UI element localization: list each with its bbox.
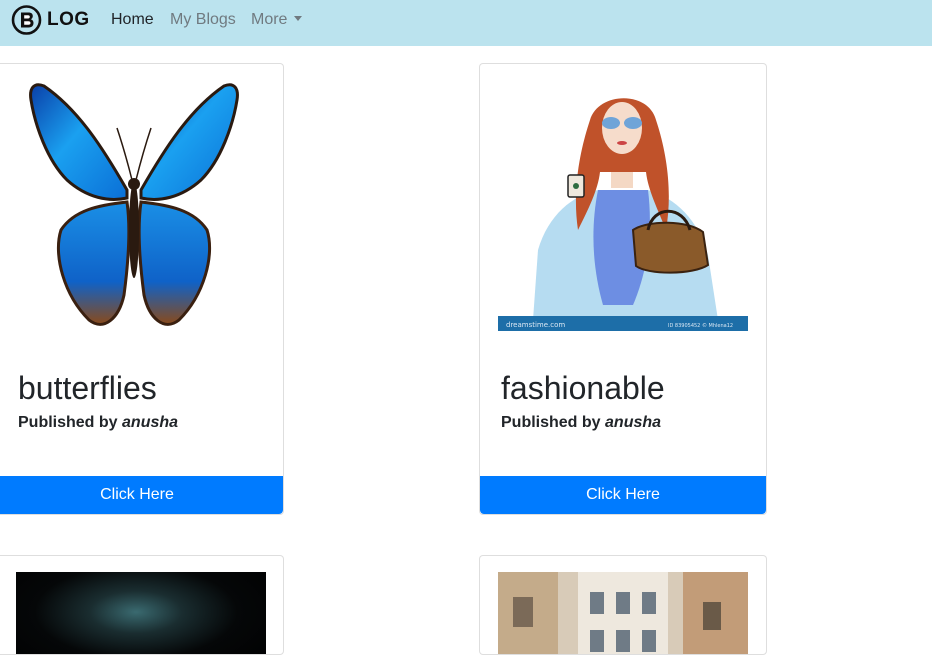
published-prefix: Published by: [18, 414, 118, 431]
card-author-line: Published by anusha: [501, 413, 661, 433]
card-image: [16, 572, 266, 654]
svg-text:ID 83905452 © Mhlena12: ID 83905452 © Mhlena12: [668, 322, 733, 329]
street-image: [498, 572, 748, 654]
author-name: anusha: [605, 414, 662, 431]
card-author-line: Published by anusha: [18, 413, 178, 433]
author-name: anusha: [122, 414, 179, 431]
blog-card-butterflies: butterflies Published by anusha Click He…: [0, 63, 284, 515]
blog-card-fashionable: dreamstime.com ID 83905452 © Mhlena12 fa…: [479, 63, 767, 515]
click-here-button[interactable]: Click Here: [480, 476, 766, 514]
blog-card-4: [479, 555, 767, 655]
nav-more-label: More: [251, 11, 288, 28]
brand-text: LOG: [47, 9, 90, 30]
blogger-b-icon: [11, 5, 42, 35]
card-title: butterflies: [18, 370, 157, 406]
blog-card-3: [0, 555, 284, 655]
brand-link[interactable]: LOG: [11, 5, 90, 35]
fashion-illustration-image: dreamstime.com ID 83905452 © Mhlena12: [498, 80, 748, 331]
card-title: fashionable: [501, 370, 665, 406]
top-navbar: LOG Home My Blogs More: [0, 0, 932, 46]
butterfly-image: [29, 83, 239, 326]
click-here-button[interactable]: Click Here: [0, 476, 283, 514]
nav-home[interactable]: Home: [111, 10, 154, 30]
nav-more-dropdown[interactable]: More: [251, 10, 303, 30]
published-prefix: Published by: [501, 414, 601, 431]
card-image: [498, 572, 748, 654]
caret-down-icon: [294, 16, 303, 21]
svg-text:dreamstime.com: dreamstime.com: [506, 321, 565, 329]
nav-my-blogs[interactable]: My Blogs: [170, 10, 236, 30]
